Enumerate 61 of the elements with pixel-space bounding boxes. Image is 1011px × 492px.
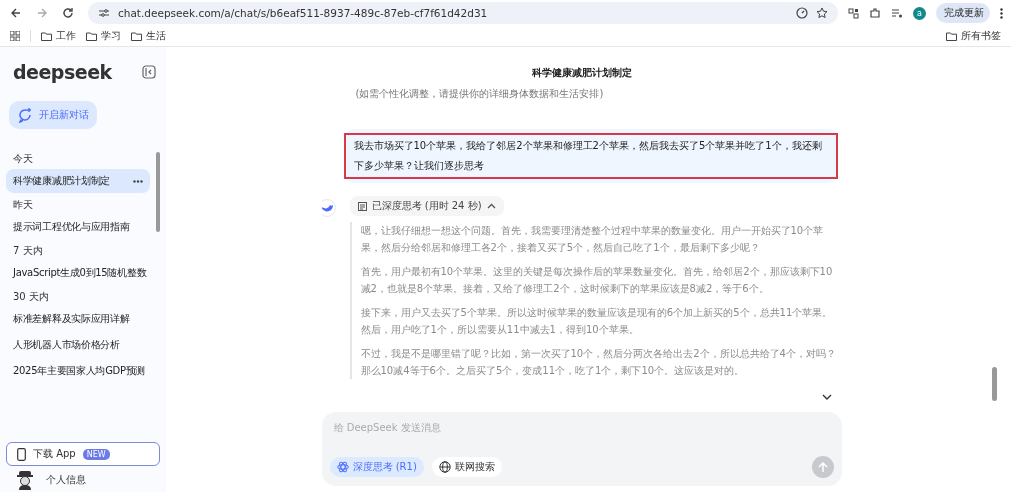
chat-title: 科学健康减肥计划制定: [531, 66, 632, 80]
history-group-label: 30 天内: [12, 290, 50, 304]
extensions-icon[interactable]: [869, 7, 881, 19]
speed-icon[interactable]: [796, 7, 808, 19]
apps-icon[interactable]: [10, 31, 20, 41]
deep-think-toggle[interactable]: 深度思考 (R1): [329, 457, 424, 477]
history-group-label: 昨天: [12, 198, 34, 212]
address-bar[interactable]: chat.deepseek.com/a/chat/s/b6eaf511-8937-489c-87eb-cf7f61d42d31: [88, 2, 838, 24]
folder-icon: [41, 31, 52, 41]
chevron-icon: [486, 203, 496, 209]
chat-history-item[interactable]: JavaScript生成0到15随机整数: [6, 261, 150, 285]
update-button[interactable]: 完成更新: [936, 3, 990, 23]
playlist-icon[interactable]: [891, 7, 903, 19]
assistant-reply-text: (如需个性化调整，请提供你的详细身体数据和生活安排): [355, 87, 605, 101]
qr-icon[interactable]: [848, 7, 859, 19]
chat-history-item[interactable]: 标准差解释及实际应用详解: [6, 307, 150, 331]
phone-icon: [17, 447, 26, 461]
site-settings-icon[interactable]: [98, 8, 110, 18]
chat-history-item[interactable]: 科学健康减肥计划制定: [6, 169, 150, 193]
page-scrollbar[interactable]: [992, 367, 997, 401]
collapse-sidebar-icon[interactable]: [142, 65, 156, 79]
web-search-toggle[interactable]: 联网搜索: [431, 457, 502, 477]
profile-avatar[interactable]: a: [913, 6, 926, 20]
new-chat-button[interactable]: 开启新对话: [9, 101, 97, 129]
more-icon[interactable]: [133, 179, 143, 183]
back-icon[interactable]: [10, 7, 22, 19]
avatar-icon[interactable]: [16, 470, 34, 490]
chat-history-item[interactable]: 2025年主要国家人均GDP预测: [6, 359, 150, 383]
whale-logo-icon: [321, 199, 336, 217]
bookmark-folder[interactable]: 学习: [86, 29, 121, 43]
document-icon: [357, 201, 367, 211]
chat-history-item[interactable]: 提示词工程优化与应用指南: [6, 215, 150, 239]
folder-icon: [86, 31, 97, 41]
thinking-paragraph: 嗯，让我仔细想一想这个问题。首先，我需要理清楚整个过程中苹果的数量变化。用户一开始买了10个苹果，然后分给邻居和修理工各2个，接着又买了5个，然后自己吃了1个，最后剩下多少呢？: [360, 224, 825, 255]
reload-icon[interactable]: [62, 7, 74, 19]
thinking-paragraph: 接下来，用户又去买了5个苹果。所以这时候苹果的数量应该是现有的6个加上新买的5个，总共11个苹果。然后，用户吃了1个，所以需要从11中减去1，得到10个苹果。: [360, 306, 834, 337]
thinking-paragraph: 首先，用户最初有10个苹果。这里的关键是每次操作后的苹果数量变化。首先，给邻居2个，那应该剩下10减2，也就是8个苹果。接着，又给了修理工2个，这时候剩下的苹果应该是8减2，等于6个。: [360, 265, 834, 296]
thinking-toggle[interactable]: 已深度思考 (用时 24 秒): [349, 196, 504, 216]
all-bookmarks-folder[interactable]: 所有书签: [946, 29, 1001, 43]
new-chat-icon: [17, 107, 33, 123]
bookmark-folder[interactable]: 工作: [41, 29, 76, 43]
thinking-paragraph: 不过，我是不是哪里错了呢？比如，第一次买了10个，然后分两次各给出去2个，所以总共给了4个，对吗？那么10减4等于6个。之后买了5个，变成11个，吃了1个，剩下10个。这应该是对的。: [360, 347, 837, 378]
more-vertical-icon[interactable]: [1000, 7, 1003, 19]
chat-history-item[interactable]: 人形机器人市场价格分析: [6, 333, 150, 357]
atom-icon: [336, 461, 349, 473]
arrow-up-icon: [817, 461, 828, 473]
user-message: 我去市场买了10个苹果，我给了邻居2个苹果和修理工2个苹果，然后我去买了5个苹果并吃了1个，我还剩下多少苹果？让我们逐步思考: [343, 133, 838, 179]
download-app-button[interactable]: 下载 App NEW: [6, 442, 160, 466]
chevron-down-icon: [821, 394, 832, 400]
deepseek-logo[interactable]: deepseek: [13, 61, 112, 83]
star-icon[interactable]: [816, 7, 828, 19]
profile-label[interactable]: 个人信息: [46, 473, 86, 487]
folder-icon: [131, 31, 142, 41]
bookmark-folder[interactable]: 生活: [131, 29, 166, 43]
message-input[interactable]: 给 DeepSeek 发送消息: [329, 422, 834, 433]
history-group-label: 今天: [12, 152, 34, 166]
globe-icon: [438, 461, 451, 473]
url-text: chat.deepseek.com/a/chat/s/b6eaf511-8937-489c-87eb-cf7f61d42d31: [118, 7, 488, 19]
folder-icon: [946, 31, 957, 41]
history-group-label: 7 天内: [12, 244, 44, 258]
new-badge: NEW: [82, 448, 110, 460]
